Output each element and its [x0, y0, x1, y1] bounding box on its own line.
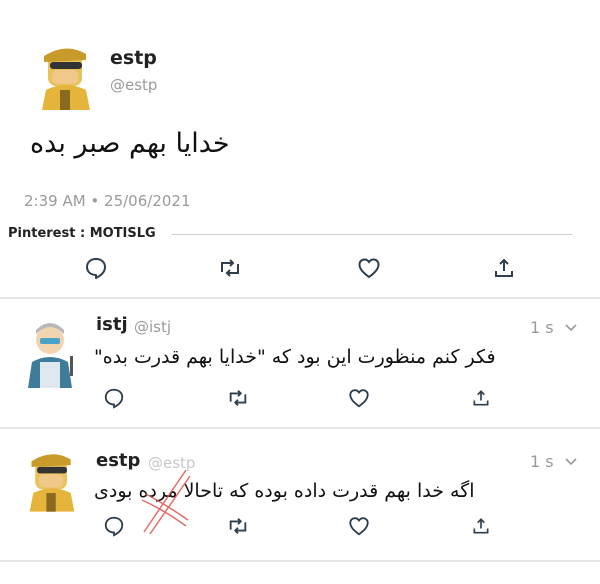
reply1-text: فکر کنم منظورت این بود که "خدایا بهم قدر… [94, 346, 496, 368]
reply2-share-button[interactable] [465, 510, 497, 542]
reply1-menu-button[interactable] [564, 320, 578, 334]
estp-avatar-icon [42, 48, 90, 110]
watermark-text: Pinterest : MOTISLG [8, 226, 156, 241]
reply-divider [0, 427, 600, 429]
tweet-actions [0, 252, 600, 292]
estp-avatar-icon [29, 454, 75, 512]
reply-icon [86, 258, 106, 279]
reply1-share-button[interactable] [465, 382, 497, 414]
reply2-actions [0, 510, 600, 550]
reply1-author-name[interactable]: istj [96, 314, 128, 335]
reply2-time[interactable]: 1 s [530, 452, 554, 471]
avatar-estp-reply[interactable] [24, 444, 80, 514]
reply-icon [104, 388, 124, 409]
retweet-icon [229, 518, 247, 534]
retweet-button[interactable] [214, 252, 246, 284]
reply2-like-button[interactable] [343, 510, 375, 542]
reply-icon [104, 516, 124, 537]
like-icon [358, 258, 380, 279]
tweet-timestamp[interactable]: 2:39 AM • 25/06/2021 [24, 192, 191, 210]
like-button[interactable] [353, 252, 385, 284]
share-icon [473, 518, 489, 534]
reply2-retweet-button[interactable] [222, 510, 254, 542]
reply2-reply-button[interactable] [98, 510, 130, 542]
avatar-estp[interactable] [36, 40, 96, 110]
divider-line [172, 234, 572, 235]
reply2-menu-button[interactable] [564, 454, 578, 468]
share-icon [495, 258, 513, 277]
section-divider [0, 297, 600, 299]
author-name[interactable]: estp [110, 47, 157, 69]
reply1-time[interactable]: 1 s [530, 318, 554, 337]
reply-button[interactable] [80, 252, 112, 284]
istj-avatar-icon [28, 323, 73, 388]
tweet-text: خدایا بهم صبر بده [30, 128, 230, 159]
reply1-like-button[interactable] [343, 382, 375, 414]
reply1-reply-button[interactable] [98, 382, 130, 414]
like-icon [349, 517, 369, 536]
reply1-author-handle[interactable]: @istj [134, 318, 171, 336]
chevron-down-icon [565, 458, 577, 466]
avatar-istj[interactable] [24, 318, 80, 388]
author-handle[interactable]: @estp [110, 76, 157, 94]
share-icon [473, 390, 489, 406]
reply1-retweet-button[interactable] [222, 382, 254, 414]
chevron-down-icon [565, 324, 577, 332]
like-icon [349, 389, 369, 408]
retweet-icon [221, 259, 239, 277]
reply1-actions [0, 382, 600, 422]
share-button[interactable] [488, 252, 520, 284]
bottom-divider [0, 560, 600, 562]
reply2-author-name[interactable]: estp [96, 450, 140, 471]
retweet-icon [229, 390, 247, 406]
